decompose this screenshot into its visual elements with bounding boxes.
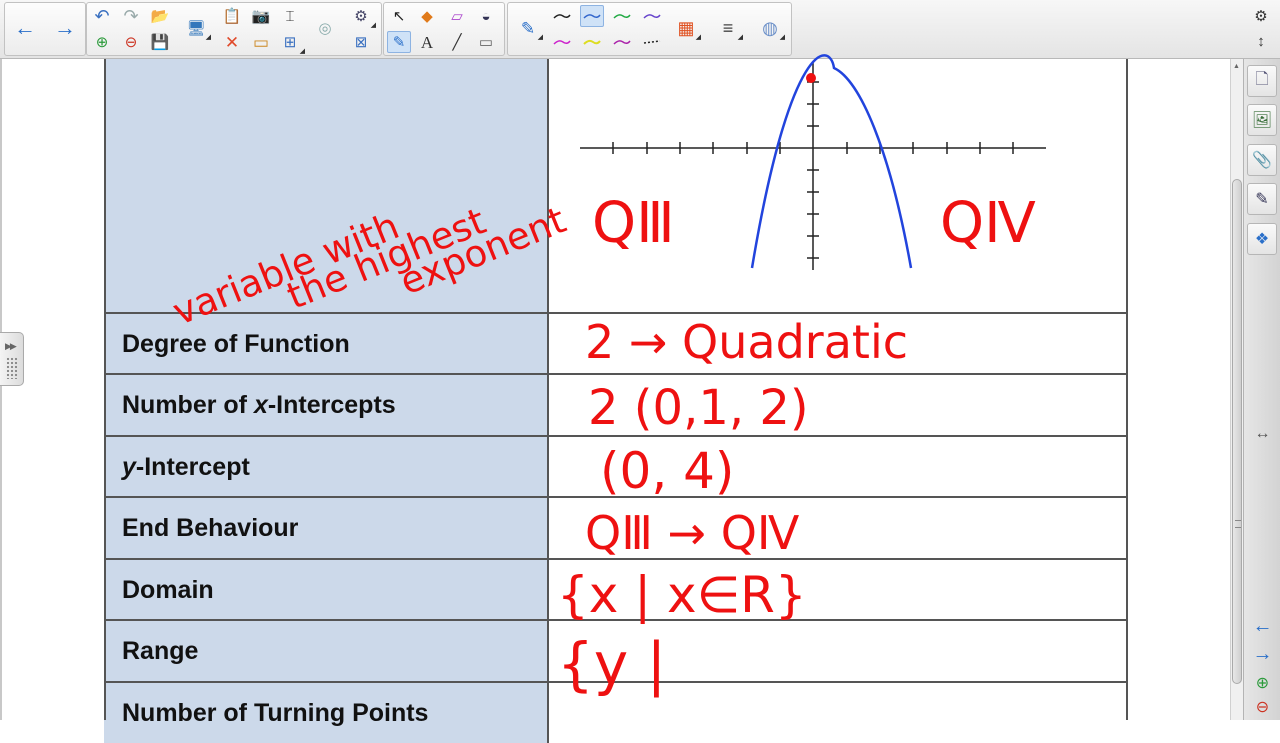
row-label-domain: Domain: [122, 576, 214, 604]
table-row: [104, 59, 549, 314]
next-page-icon[interactable]: →: [1244, 643, 1280, 666]
pen-styles-group: ✎ ◢ ▦ ◢ ≡ ◢ ◍ ◢: [507, 2, 792, 56]
graph-cell: [549, 59, 1128, 314]
pen-style-6[interactable]: [580, 31, 604, 53]
eraser-tool-icon[interactable]: ▭: [474, 31, 498, 53]
table-border-left: [104, 59, 106, 720]
open-file-icon[interactable]: 📂: [148, 5, 172, 27]
row-label-turning-points: Number of Turning Points: [122, 699, 429, 727]
table-row: Range: [104, 621, 549, 683]
table-cell: [549, 498, 1128, 560]
system-buttons: ⚙ ↕: [1243, 0, 1280, 58]
navigation-group: ← →: [4, 2, 86, 56]
text-icon[interactable]: A: [415, 31, 439, 53]
insert-text-icon[interactable]: ⌶: [278, 5, 302, 27]
canvas-left-edge: [0, 59, 2, 720]
page-expand-tab[interactable]: ▶▶: [0, 332, 24, 386]
prev-page-icon[interactable]: ←: [1244, 615, 1280, 638]
table-row: Domain: [104, 560, 549, 621]
properties-tab-icon[interactable]: ✎: [1247, 183, 1277, 215]
table-border-right: [1126, 59, 1128, 720]
delete-page-side-icon[interactable]: ⊖: [1244, 697, 1280, 717]
table-cell: [549, 621, 1128, 683]
pen-style-2[interactable]: [580, 5, 604, 27]
doc-camera-icon[interactable]: ◎: [313, 17, 337, 39]
pen-style-4[interactable]: [640, 5, 664, 27]
forward-arrow-icon[interactable]: →: [53, 17, 77, 39]
save-icon[interactable]: 💾: [148, 31, 172, 53]
gallery-icon[interactable]: 🖼: [1247, 104, 1277, 136]
pen-style-3[interactable]: [610, 5, 634, 27]
row-label-range: Range: [122, 637, 199, 665]
add-page-icon[interactable]: ⊕: [90, 31, 114, 53]
pen-style-7[interactable]: [610, 31, 634, 53]
capture-icon[interactable]: 📷: [249, 5, 273, 27]
scroll-up-icon[interactable]: ▲: [1233, 63, 1240, 70]
fill-effects-icon[interactable]: ◍ ◢: [758, 17, 785, 41]
row-label-x-intercepts: Number of x-Intercepts: [122, 391, 396, 419]
pen-tip-icon[interactable]: ✎ ◢: [516, 17, 543, 42]
delete-page-icon[interactable]: ⊖: [119, 31, 143, 53]
table-row: Degree of Function: [104, 314, 549, 375]
table-cell: [549, 437, 1128, 498]
table-cell: [549, 375, 1128, 437]
table-row: Number of x-Intercepts: [104, 375, 549, 437]
display-icon[interactable]: 🖥 ◢: [184, 17, 211, 42]
gear-icon[interactable]: ⚙: [1248, 4, 1274, 28]
tools-group: ↖ ◆ ▱ ◒ ✎ A ╱ ▭: [383, 2, 505, 56]
scroll-grip-icon: [1235, 520, 1241, 528]
eraser-icon[interactable]: ▱: [445, 5, 469, 27]
table-cell: [549, 683, 1128, 743]
addons-icon[interactable]: ❖: [1247, 223, 1277, 255]
line-icon[interactable]: ╱: [445, 31, 469, 53]
main-toolbar: ← → ↶ ↷ 📂 ⊕ ⊖ 💾 🖥 ◢ 📋 ✕ 📷 ▭ ⌶ ⊞ ◢ ◎ ⚙ ◢ ⊠ ↖…: [0, 0, 1280, 59]
polynomial-properties-table: Degree of Function Number of x-Intercept…: [104, 59, 1128, 743]
line-style-icon[interactable]: ≡ ◢: [716, 17, 743, 41]
redo-icon[interactable]: ↷: [119, 5, 143, 27]
delete-icon[interactable]: ✕: [220, 31, 244, 53]
color-palette-icon[interactable]: ▦ ◢: [674, 17, 701, 41]
scrollbar-thumb[interactable]: [1232, 179, 1242, 684]
pen-style-5[interactable]: [550, 31, 574, 53]
double-chevron-icon: ▶▶: [5, 341, 17, 351]
pen-style-1[interactable]: [550, 5, 574, 27]
close-box-icon[interactable]: ⊠: [349, 31, 373, 53]
table-row: Number of Turning Points: [104, 683, 549, 743]
screen-shade-icon[interactable]: ▭: [249, 31, 273, 53]
table-row: End Behaviour: [104, 498, 549, 560]
pen-style-8[interactable]: [640, 31, 664, 53]
back-arrow-icon[interactable]: ←: [13, 17, 37, 39]
add-page-side-icon[interactable]: ⊕: [1244, 673, 1280, 693]
side-tab-bar: 🗋 🖼 📎 ✎ ❖ ↔ ← → ⊕ ⊖: [1243, 59, 1280, 720]
vertical-scrollbar[interactable]: ▲: [1230, 59, 1243, 720]
properties-icon[interactable]: ⚙ ◢: [349, 5, 376, 30]
table-grid-icon[interactable]: ⊞ ◢: [278, 31, 305, 56]
grip-icon: [6, 357, 18, 379]
row-label-y-intercept: y-Intercept: [122, 453, 250, 481]
paste-icon[interactable]: 📋: [220, 5, 244, 27]
page-sorter-icon[interactable]: 🗋: [1247, 65, 1277, 97]
table-cell: [549, 560, 1128, 621]
row-label-end-behaviour: End Behaviour: [122, 514, 299, 542]
shapes-icon[interactable]: ◆: [415, 5, 439, 27]
move-toolbar-icon[interactable]: ↕: [1248, 29, 1274, 53]
table-row: y-Intercept: [104, 437, 549, 498]
undo-icon[interactable]: ↶: [90, 5, 114, 27]
select-arrow-icon[interactable]: ↖: [387, 5, 411, 27]
row-label-degree: Degree of Function: [122, 330, 350, 358]
pens-icon[interactable]: ✎: [387, 31, 411, 53]
fill-icon[interactable]: ◒: [474, 5, 498, 27]
page-actions-group: ↶ ↷ 📂 ⊕ ⊖ 💾 🖥 ◢ 📋 ✕ 📷 ▭ ⌶ ⊞ ◢ ◎ ⚙ ◢ ⊠: [86, 2, 382, 56]
resize-handle-icon[interactable]: ↔: [1244, 425, 1280, 443]
table-cell: [549, 314, 1128, 375]
attachments-icon[interactable]: 📎: [1247, 144, 1277, 176]
